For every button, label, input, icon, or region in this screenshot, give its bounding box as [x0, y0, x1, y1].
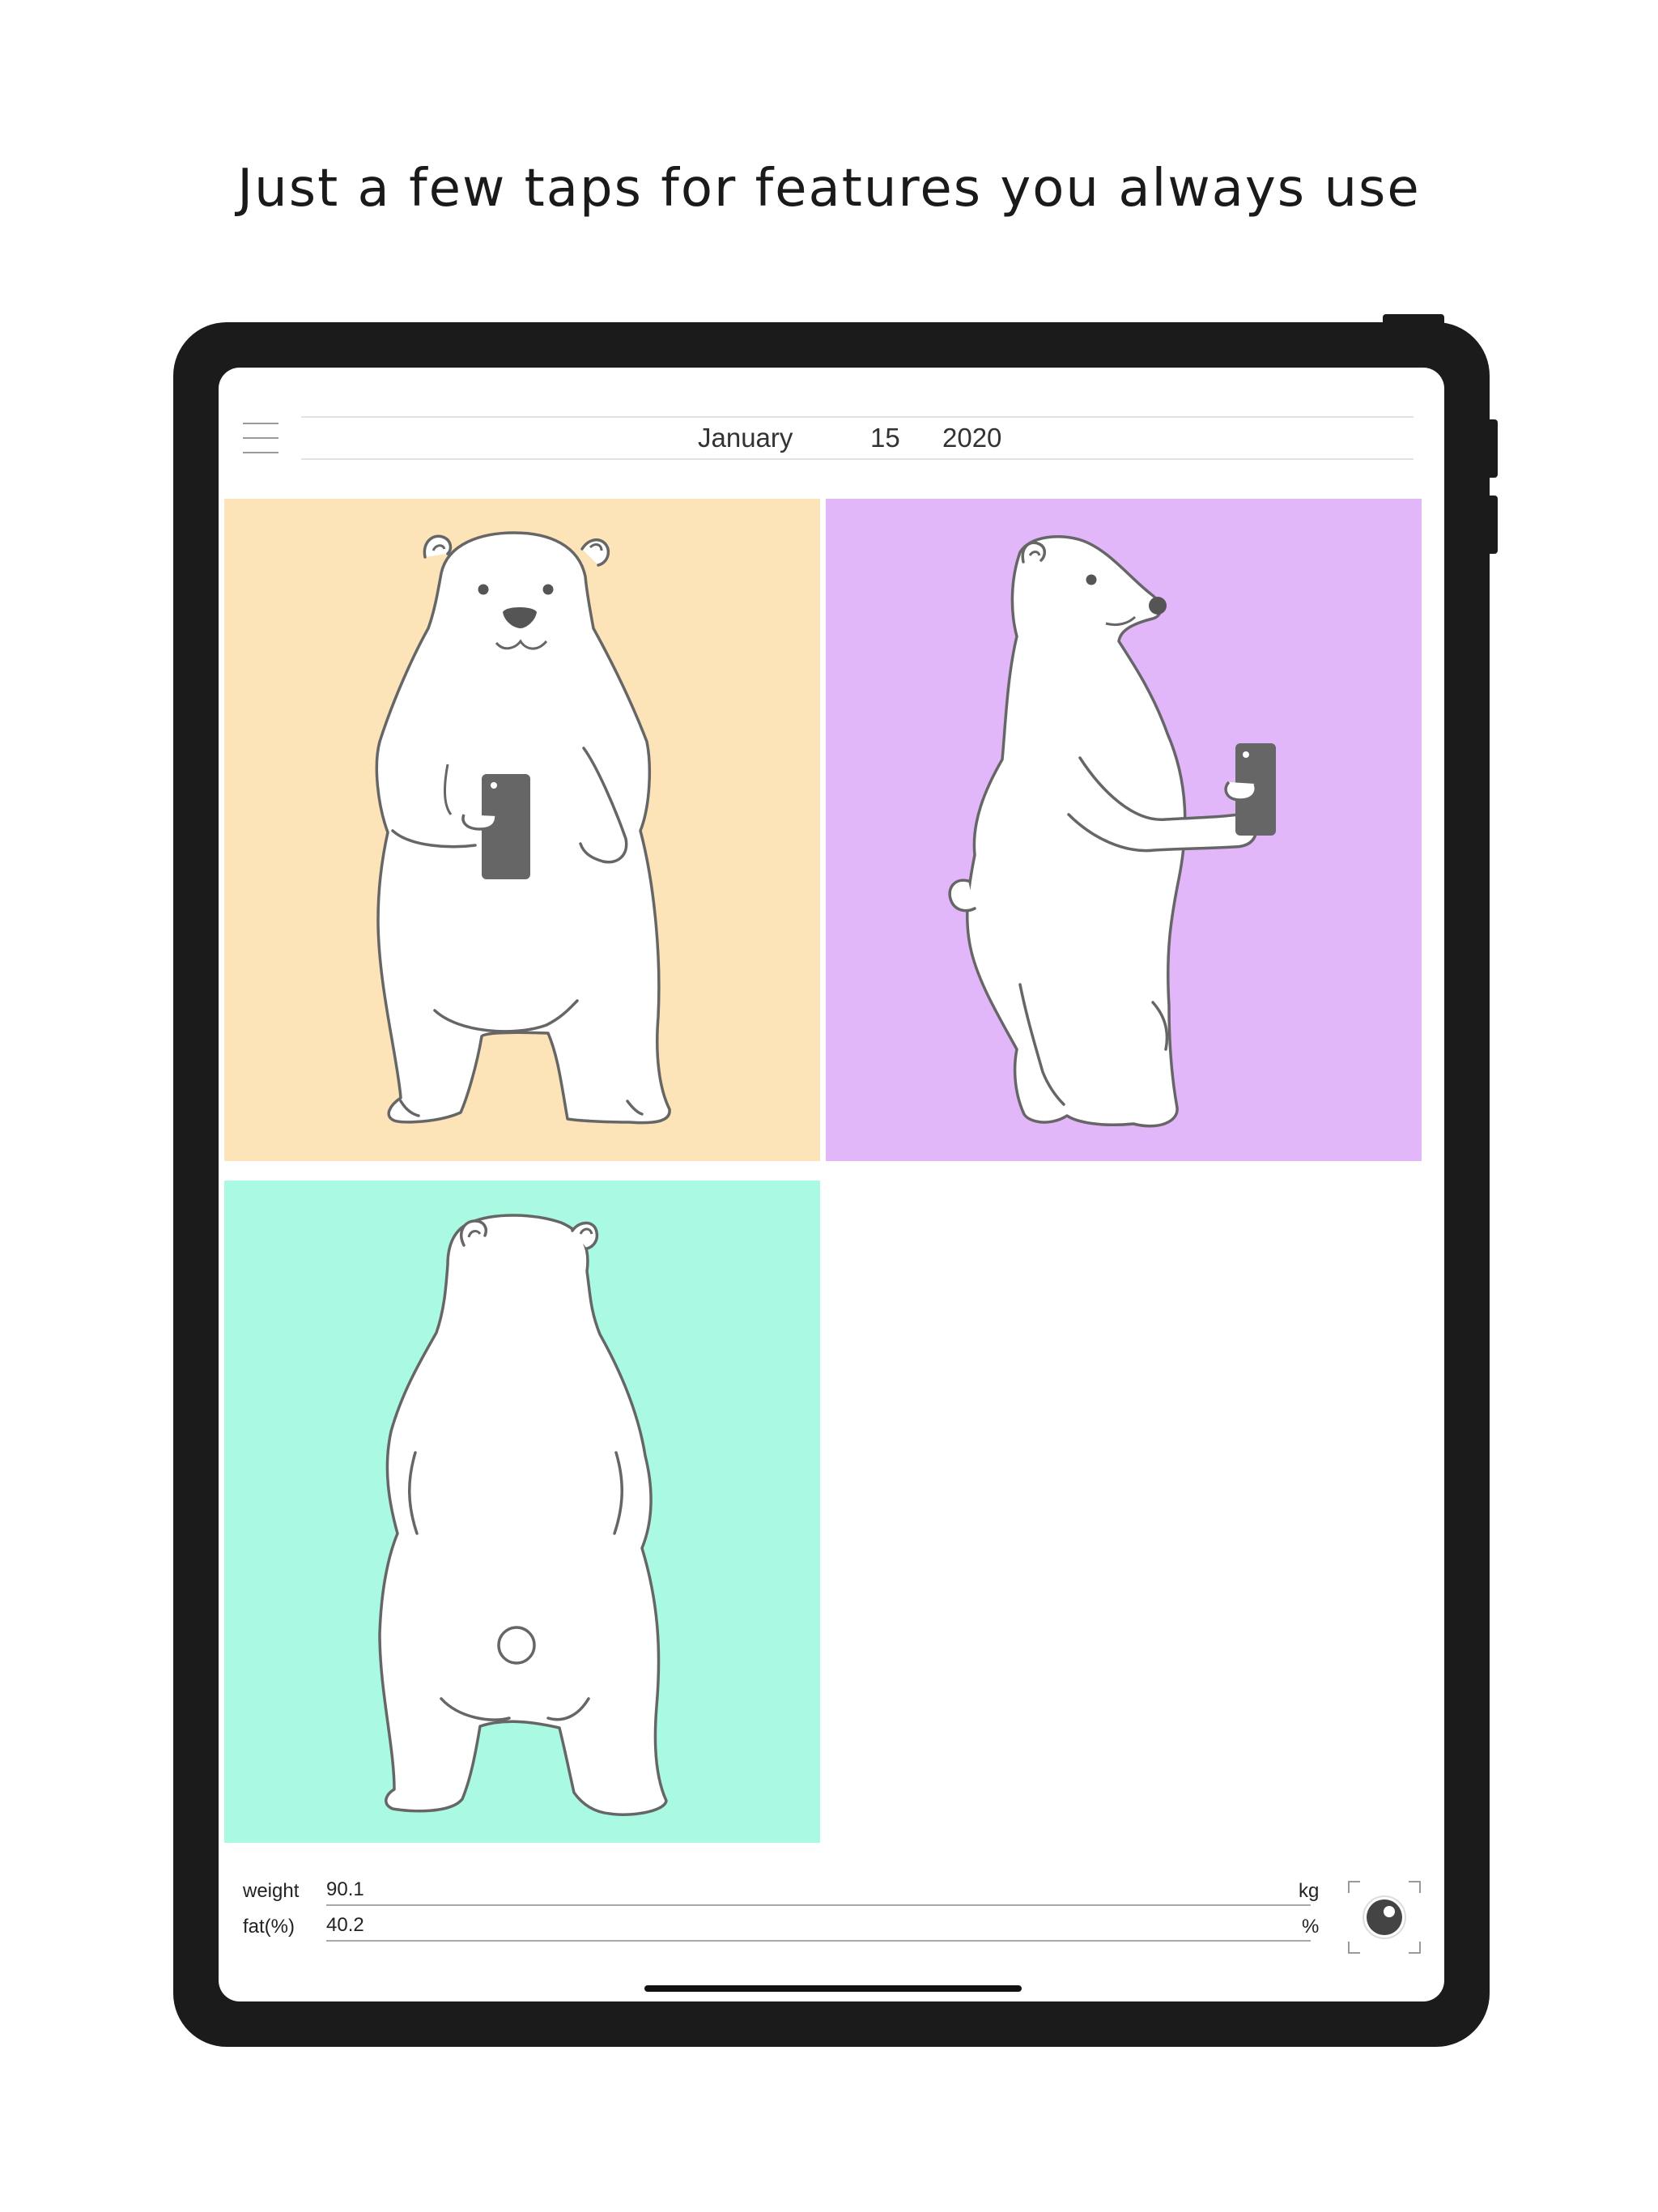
app-screen: January 15 2020 weight 90.1 kg fat(%) 40… [219, 368, 1444, 2001]
date-picker-bar[interactable]: January 15 2020 [301, 416, 1414, 460]
photo-back[interactable] [224, 1180, 820, 1843]
fat-input[interactable]: 40.2 [326, 1914, 364, 1937]
date-year[interactable]: 2020 [942, 423, 1001, 453]
weight-label: weight [243, 1880, 300, 1902]
photo-front[interactable] [224, 499, 820, 1161]
weight-unit: kg [1299, 1880, 1320, 1902]
date-month[interactable]: January [698, 423, 793, 453]
fat-unit: % [1302, 1916, 1320, 1938]
home-indicator[interactable] [644, 1985, 1022, 1992]
fat-underline [326, 1940, 1311, 1942]
photo-side[interactable] [826, 499, 1422, 1161]
date-day[interactable]: 15 [870, 423, 900, 453]
camera-capture-icon[interactable] [1347, 1880, 1422, 1955]
headline: Just a few taps for features you always … [237, 159, 1421, 219]
weight-input[interactable]: 90.1 [326, 1878, 364, 1901]
hamburger-menu-icon[interactable] [243, 421, 278, 455]
weight-underline [326, 1904, 1311, 1906]
fat-label: fat(%) [243, 1916, 295, 1938]
